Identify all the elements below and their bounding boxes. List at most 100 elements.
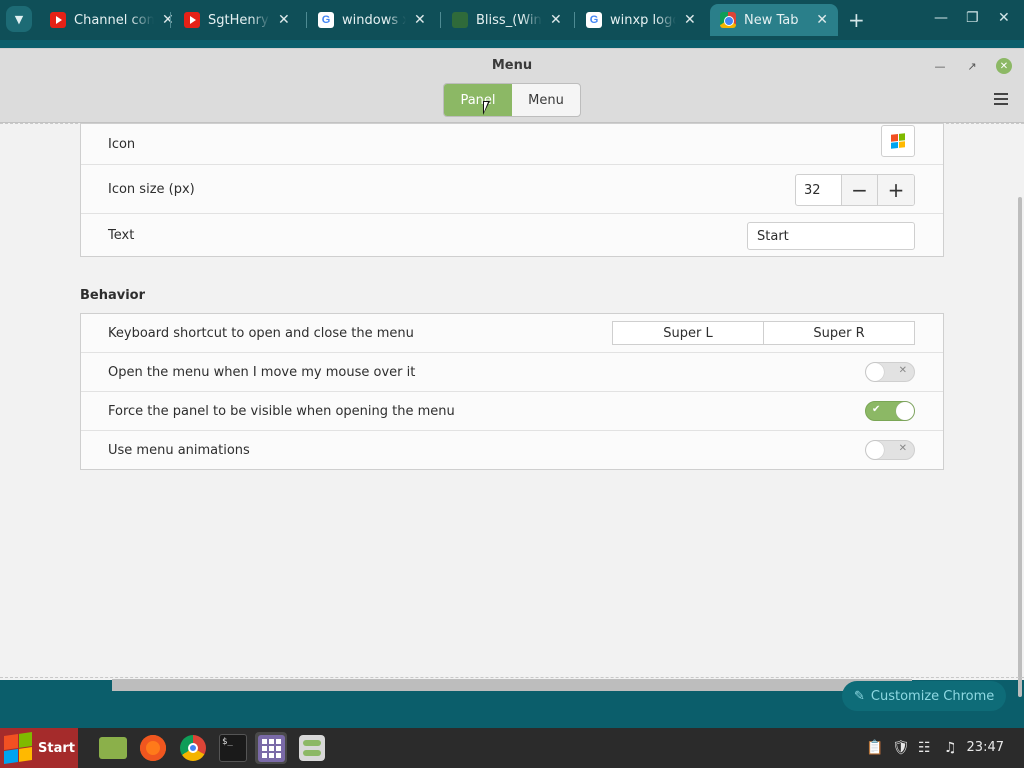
taskbar: Start $_ 📋 🛡 ☷ ♫ 23:47 bbox=[0, 728, 1024, 768]
tab-separator bbox=[306, 12, 307, 28]
icon-size-value[interactable]: 32 bbox=[796, 175, 842, 205]
x-icon: ✕ bbox=[898, 443, 907, 454]
setting-label: Keyboard shortcut to open and close the … bbox=[108, 325, 414, 341]
setting-row-icon: Icon bbox=[81, 124, 943, 165]
x-icon: ✕ bbox=[898, 365, 907, 376]
app-grid-app[interactable] bbox=[255, 732, 287, 764]
tab-title: SgtHenryP bbox=[208, 12, 270, 28]
tab-search-button[interactable]: ▼ bbox=[6, 6, 32, 32]
chrome-icon bbox=[720, 12, 736, 28]
browser-tab[interactable]: G winxp logo ✕ bbox=[576, 4, 706, 36]
new-tab-button[interactable]: + bbox=[848, 8, 865, 32]
chrome-app[interactable] bbox=[177, 732, 209, 764]
setting-label: Icon bbox=[108, 136, 136, 152]
setting-row-icon-size: Icon size (px) 32 − + bbox=[81, 165, 943, 214]
tab-separator bbox=[440, 12, 441, 28]
tab-separator bbox=[574, 12, 575, 28]
window-titlebar: Menu — ↗ ✕ Panel Menu bbox=[0, 49, 1024, 123]
hamburger-menu-icon[interactable] bbox=[994, 93, 1008, 105]
clipboard-icon[interactable]: 📋 bbox=[866, 740, 883, 756]
force-panel-toggle[interactable]: ✔ bbox=[865, 401, 915, 421]
section-heading: Behavior bbox=[80, 288, 146, 303]
settings-app[interactable] bbox=[296, 732, 328, 764]
chrome-icon bbox=[180, 735, 206, 761]
close-icon[interactable]: ✕ bbox=[414, 12, 426, 28]
minimize-icon[interactable]: — bbox=[934, 10, 948, 26]
firefox-app[interactable] bbox=[137, 732, 169, 764]
terminal-app[interactable]: $_ bbox=[217, 732, 249, 764]
increment-button[interactable]: + bbox=[878, 175, 914, 205]
files-app[interactable] bbox=[97, 732, 129, 764]
animations-toggle[interactable]: ✕ bbox=[865, 440, 915, 460]
behavior-settings-group: Keyboard shortcut to open and close the … bbox=[80, 313, 944, 470]
tab-menu[interactable]: Menu bbox=[512, 84, 580, 116]
settings-icon bbox=[299, 735, 325, 761]
windows-logo-icon bbox=[891, 133, 905, 149]
firefox-icon bbox=[140, 735, 166, 761]
tab-title: winxp logo bbox=[610, 12, 676, 28]
browser-tab[interactable]: Channel content ✕ bbox=[40, 4, 184, 36]
mouse-cursor-icon bbox=[483, 101, 490, 115]
youtube-icon bbox=[50, 12, 66, 28]
setting-label: Open the menu when I move my mouse over … bbox=[108, 364, 416, 380]
shortcut-picker: Super L Super R bbox=[612, 321, 915, 345]
shortcut-button[interactable]: Super L bbox=[613, 322, 764, 344]
plus-icon: + bbox=[887, 178, 905, 202]
menu-settings-window: Menu — ↗ ✕ Panel Menu Icon Icon size (px… bbox=[0, 48, 1024, 697]
windows-logo-icon bbox=[4, 732, 32, 764]
tab-separator bbox=[170, 12, 171, 28]
check-icon: ✔ bbox=[872, 404, 881, 415]
shortcut-button[interactable]: Super R bbox=[764, 322, 914, 344]
close-icon[interactable]: ✕ bbox=[998, 10, 1010, 26]
divider bbox=[0, 677, 1024, 678]
setting-row-text: Text Start bbox=[81, 214, 943, 257]
hover-toggle[interactable]: ✕ bbox=[865, 362, 915, 382]
bliss-icon bbox=[452, 12, 468, 28]
browser-tab-strip: ▼ Channel content ✕ SgtHenryP ✕ G window… bbox=[0, 0, 1024, 40]
minus-icon: − bbox=[851, 178, 868, 202]
tab-title: Channel content bbox=[74, 12, 154, 28]
toggle-knob bbox=[896, 402, 914, 420]
browser-tab[interactable]: G windows xp ✕ bbox=[308, 4, 436, 36]
browser-tab[interactable]: SgtHenryP ✕ bbox=[174, 4, 300, 36]
setting-row-animations: Use menu animations ✕ bbox=[81, 431, 943, 469]
restore-icon[interactable]: ↗ bbox=[964, 58, 980, 74]
customize-chrome-button[interactable]: ✎ Customize Chrome bbox=[842, 681, 1007, 711]
icon-size-stepper: 32 − + bbox=[795, 174, 915, 206]
menu-text-input[interactable]: Start bbox=[747, 222, 915, 250]
app-grid-icon bbox=[257, 734, 285, 762]
toggle-knob bbox=[866, 441, 884, 459]
scrollbar[interactable] bbox=[1018, 197, 1022, 697]
google-icon: G bbox=[586, 12, 602, 28]
icon-chooser-button[interactable] bbox=[881, 125, 915, 157]
browser-tab[interactable]: Bliss_(Windows) ✕ bbox=[442, 4, 572, 36]
tab-title: windows xp bbox=[342, 12, 406, 28]
terminal-icon: $_ bbox=[219, 734, 247, 762]
chevron-down-icon: ▼ bbox=[14, 12, 24, 26]
close-icon[interactable]: ✕ bbox=[996, 58, 1012, 74]
browser-tab-active[interactable]: New Tab ✕ bbox=[710, 4, 838, 36]
minimize-icon[interactable]: — bbox=[932, 58, 948, 74]
tab-title: Bliss_(Windows) bbox=[476, 12, 542, 28]
tab-title: New Tab bbox=[744, 12, 799, 28]
close-icon[interactable]: ✕ bbox=[816, 12, 828, 28]
start-button[interactable]: Start bbox=[0, 728, 78, 768]
close-icon[interactable]: ✕ bbox=[684, 12, 696, 28]
setting-label: Force the panel to be visible when openi… bbox=[108, 403, 455, 419]
google-icon: G bbox=[318, 12, 334, 28]
music-icon[interactable]: ♫ bbox=[944, 740, 957, 756]
network-icon[interactable]: ☷ bbox=[918, 740, 931, 756]
tab-panel[interactable]: Panel bbox=[444, 84, 512, 116]
close-icon[interactable]: ✕ bbox=[278, 12, 290, 28]
shield-icon[interactable]: 🛡 bbox=[892, 740, 910, 756]
setting-row-hover: Open the menu when I move my mouse over … bbox=[81, 353, 943, 392]
decrement-button[interactable]: − bbox=[842, 175, 878, 205]
close-icon[interactable]: ✕ bbox=[550, 12, 562, 28]
setting-label: Icon size (px) bbox=[108, 181, 195, 197]
customize-label: Customize Chrome bbox=[870, 688, 995, 704]
setting-label: Text bbox=[108, 228, 135, 243]
youtube-icon bbox=[184, 12, 200, 28]
restore-icon[interactable]: ❐ bbox=[966, 10, 979, 26]
clock[interactable]: 23:47 bbox=[967, 740, 1004, 755]
close-icon[interactable]: ✕ bbox=[162, 12, 174, 28]
